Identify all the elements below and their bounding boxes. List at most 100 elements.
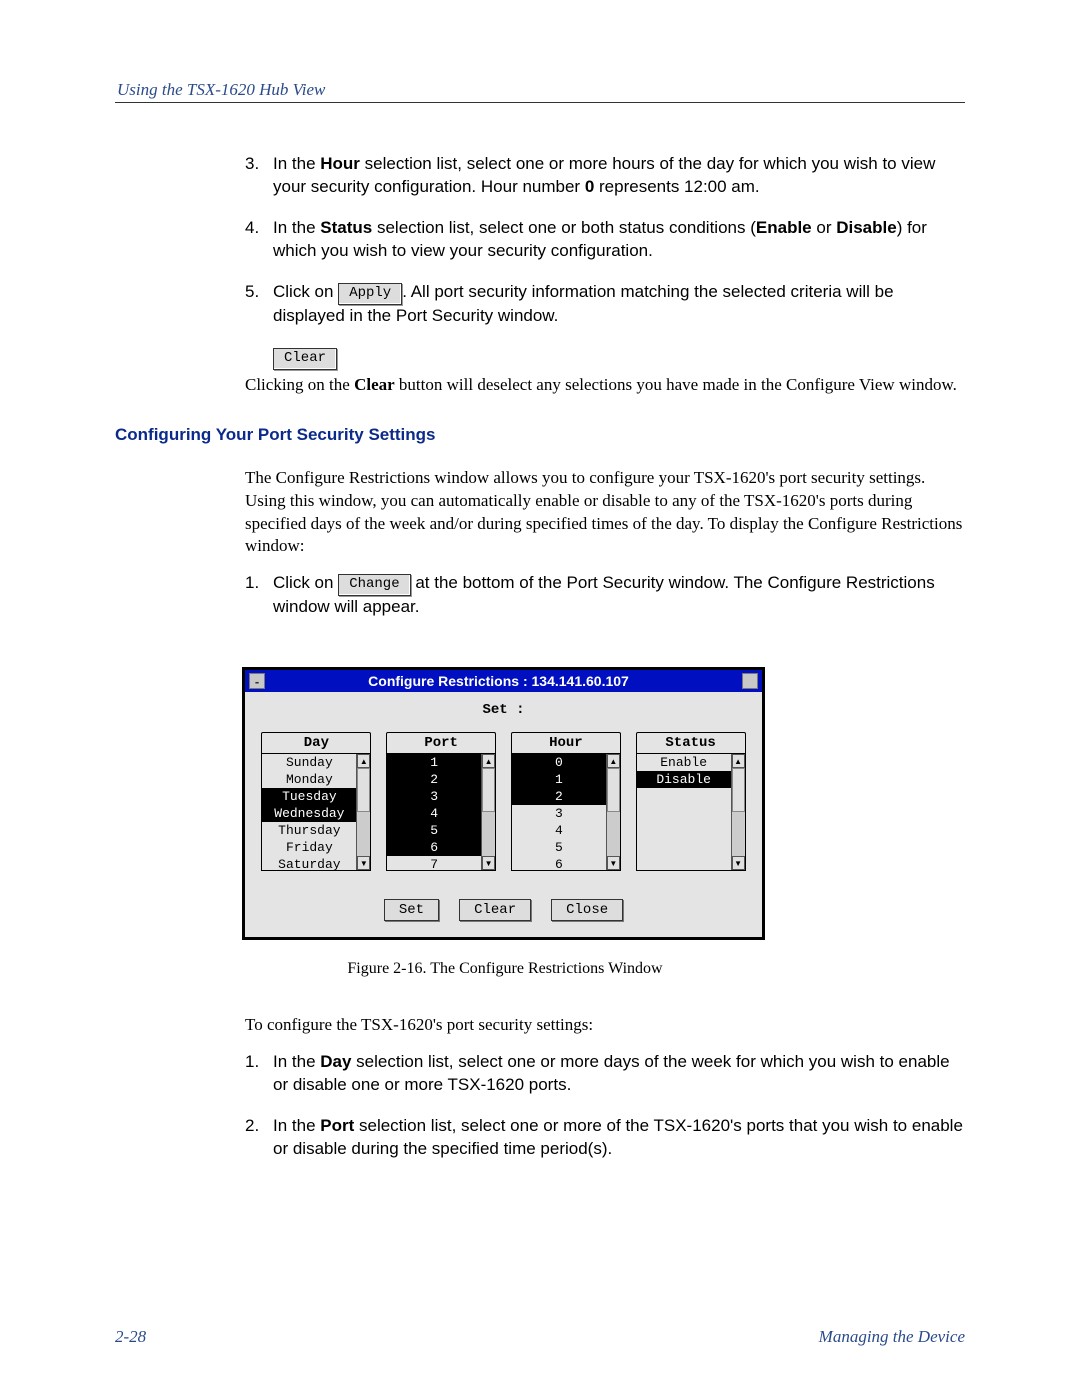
text: represents 12:00 am.	[594, 177, 759, 196]
bold: Clear	[354, 375, 395, 394]
text: Click on	[273, 282, 338, 301]
list-item[interactable]: 6	[512, 856, 606, 870]
port-list[interactable]: 1234567	[387, 754, 481, 870]
bold: Disable	[836, 218, 896, 237]
step-number: 1.	[245, 1051, 273, 1097]
scroll-up-icon[interactable]: ▲	[607, 754, 620, 768]
step-body: In the Hour selection list, select one o…	[273, 153, 965, 199]
bold: Enable	[756, 218, 812, 237]
list-item[interactable]: 5	[512, 839, 606, 856]
list-item[interactable]: Saturday	[262, 856, 356, 870]
list-item[interactable]: 2	[512, 788, 606, 805]
list-item[interactable]: Monday	[262, 771, 356, 788]
scroll-down-icon[interactable]: ▼	[607, 856, 620, 870]
step-number: 2.	[245, 1115, 273, 1161]
list-item[interactable]: 6	[387, 839, 481, 856]
list-item[interactable]: Thursday	[262, 822, 356, 839]
list-item[interactable]: 1	[387, 754, 481, 771]
clear-paragraph: Clicking on the Clear button will desele…	[245, 374, 965, 397]
text: Click on	[273, 573, 338, 592]
text: In the	[273, 218, 320, 237]
scroll-down-icon[interactable]: ▼	[732, 856, 745, 870]
configure-restrictions-window: Configure Restrictions : 134.141.60.107 …	[242, 667, 765, 940]
step-b1: 1. Click on Change at the bottom of the …	[245, 572, 965, 619]
text: selection list, select one or both statu…	[372, 218, 756, 237]
scrollbar[interactable]: ▲▼	[606, 754, 620, 870]
scroll-up-icon[interactable]: ▲	[482, 754, 495, 768]
step-5: 5. Click on Apply. All port security inf…	[245, 281, 965, 328]
scrollbar[interactable]: ▲▼	[731, 754, 745, 870]
list-item[interactable]: 5	[387, 822, 481, 839]
port-header: Port	[386, 732, 496, 753]
clear-button[interactable]: Clear	[273, 348, 337, 370]
step-number: 3.	[245, 153, 273, 199]
text: or	[812, 218, 837, 237]
maximize-icon[interactable]	[742, 673, 758, 689]
list-item[interactable]: Disable	[637, 771, 731, 788]
scroll-down-icon[interactable]: ▼	[482, 856, 495, 870]
list-item[interactable]: 0	[512, 754, 606, 771]
scrollbar[interactable]: ▲▼	[356, 754, 370, 870]
section-heading: Configuring Your Port Security Settings	[115, 425, 965, 445]
step-body: In the Status selection list, select one…	[273, 217, 965, 263]
list-item[interactable]: Tuesday	[262, 788, 356, 805]
bold: Day	[320, 1052, 351, 1071]
text: In the	[273, 1052, 320, 1071]
text: selection list, select one or more days …	[273, 1052, 950, 1094]
post-figure-intro: To configure the TSX-1620's port securit…	[245, 1014, 965, 1037]
close-button[interactable]: Close	[551, 899, 623, 921]
day-column: DaySundayMondayTuesdayWednesdayThursdayF…	[261, 732, 371, 871]
intro-paragraph: The Configure Restrictions window allows…	[245, 467, 965, 559]
footer-section: Managing the Device	[819, 1327, 965, 1347]
list-item[interactable]: 3	[387, 788, 481, 805]
bold: Port	[320, 1116, 354, 1135]
step-number: 4.	[245, 217, 273, 263]
status-header: Status	[636, 732, 746, 753]
list-item[interactable]: Wednesday	[262, 805, 356, 822]
step-4: 4. In the Status selection list, select …	[245, 217, 965, 263]
list-item[interactable]: Sunday	[262, 754, 356, 771]
status-column: StatusEnableDisable▲▼	[636, 732, 746, 871]
hour-header: Hour	[511, 732, 621, 753]
running-header: Using the TSX-1620 Hub View	[117, 80, 965, 100]
bold: Status	[320, 218, 372, 237]
list-item[interactable]: 1	[512, 771, 606, 788]
day-list[interactable]: SundayMondayTuesdayWednesdayThursdayFrid…	[262, 754, 356, 870]
list-item[interactable]: 2	[387, 771, 481, 788]
step-body: In the Port selection list, select one o…	[273, 1115, 965, 1161]
window-titlebar: Configure Restrictions : 134.141.60.107	[245, 670, 762, 692]
change-button[interactable]: Change	[338, 574, 410, 596]
page-number: 2-28	[115, 1327, 146, 1347]
set-label: Set :	[245, 692, 762, 732]
scroll-up-icon[interactable]: ▲	[357, 754, 370, 768]
list-item[interactable]: 4	[387, 805, 481, 822]
set-button[interactable]: Set	[384, 899, 439, 921]
status-list[interactable]: EnableDisable	[637, 754, 731, 870]
hour-list[interactable]: 0123456	[512, 754, 606, 870]
list-item[interactable]: 3	[512, 805, 606, 822]
scroll-down-icon[interactable]: ▼	[357, 856, 370, 870]
list-item[interactable]: 4	[512, 822, 606, 839]
text: In the	[273, 1116, 320, 1135]
step-body: In the Day selection list, select one or…	[273, 1051, 965, 1097]
step-body: Click on Apply. All port security inform…	[273, 281, 965, 328]
scrollbar[interactable]: ▲▼	[481, 754, 495, 870]
step-3: 3. In the Hour selection list, select on…	[245, 153, 965, 199]
step-number: 1.	[245, 572, 273, 619]
list-item[interactable]: 7	[387, 856, 481, 870]
bold: Hour	[320, 154, 360, 173]
hour-column: Hour0123456▲▼	[511, 732, 621, 871]
bold: 0	[585, 177, 594, 196]
day-header: Day	[261, 732, 371, 753]
window-title: Configure Restrictions : 134.141.60.107	[255, 673, 742, 689]
port-column: Port1234567▲▼	[386, 732, 496, 871]
list-item[interactable]: Friday	[262, 839, 356, 856]
list-item[interactable]: Enable	[637, 754, 731, 771]
text: button will deselect any selections you …	[395, 375, 957, 394]
header-rule	[115, 102, 965, 103]
clear-button-window[interactable]: Clear	[459, 899, 531, 921]
scroll-up-icon[interactable]: ▲	[732, 754, 745, 768]
step-body: Click on Change at the bottom of the Por…	[273, 572, 965, 619]
step-number: 5.	[245, 281, 273, 328]
apply-button[interactable]: Apply	[338, 283, 402, 305]
